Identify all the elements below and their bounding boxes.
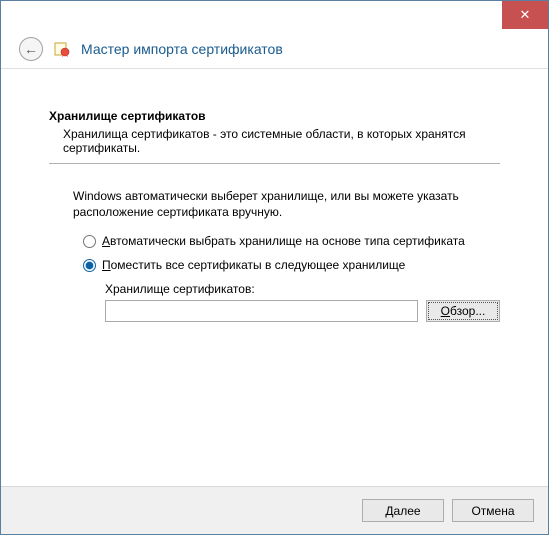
radio-manual-row[interactable]: Поместить все сертификаты в следующее хр… [83, 258, 500, 272]
radio-manual-label: Поместить все сертификаты в следующее хр… [102, 258, 405, 272]
radio-auto-row[interactable]: Автоматически выбрать хранилище на основ… [83, 234, 500, 248]
wizard-header: ← Мастер импорта сертификатов [1, 29, 548, 69]
titlebar: ✕ [1, 1, 548, 29]
radio-auto[interactable] [83, 235, 96, 248]
store-choice-group: Автоматически выбрать хранилище на основ… [49, 234, 500, 272]
certificate-wizard-icon [53, 40, 71, 58]
back-button[interactable]: ← [19, 37, 43, 61]
wizard-title: Мастер импорта сертификатов [81, 41, 283, 57]
browse-button[interactable]: Обзор... [426, 300, 500, 322]
section-title: Хранилище сертификатов [49, 109, 500, 123]
store-field-label: Хранилище сертификатов: [105, 282, 500, 296]
section-description: Хранилища сертификатов - это системные о… [49, 127, 500, 155]
radio-auto-label: Автоматически выбрать хранилище на основ… [102, 234, 465, 248]
divider [49, 163, 500, 164]
wizard-content: Хранилище сертификатов Хранилища сертифи… [1, 69, 548, 486]
wizard-footer: Далее Отмена [1, 486, 548, 534]
store-select-block: Хранилище сертификатов: Обзор... [49, 282, 500, 322]
cancel-button[interactable]: Отмена [452, 499, 534, 522]
wizard-window: ✕ ← Мастер импорта сертификатов Хранилищ… [0, 0, 549, 535]
store-row: Обзор... [105, 300, 500, 322]
intro-text: Windows автоматически выберет хранилище,… [49, 188, 500, 220]
store-path-input[interactable] [105, 300, 418, 322]
close-button[interactable]: ✕ [502, 1, 548, 29]
close-icon: ✕ [520, 7, 531, 23]
next-button[interactable]: Далее [362, 499, 444, 522]
arrow-left-icon: ← [24, 42, 38, 56]
radio-manual[interactable] [83, 259, 96, 272]
